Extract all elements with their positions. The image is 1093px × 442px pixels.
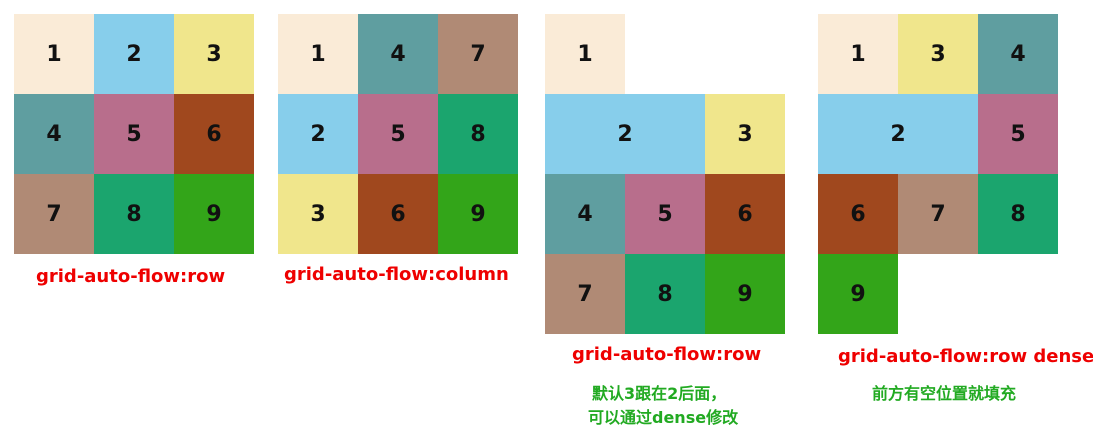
- grid-item-1: 1: [14, 14, 94, 94]
- note-dense: 前方有空位置就填充: [872, 384, 1017, 403]
- grid-item-3: 3: [174, 14, 254, 94]
- grid-item-2: 2: [818, 94, 978, 174]
- grid-item-4: 4: [978, 14, 1058, 94]
- grid-item-8: 8: [94, 174, 174, 254]
- grid-item-8: 8: [438, 94, 518, 174]
- grid-item-8: 8: [978, 174, 1058, 254]
- grid-item-7: 7: [438, 14, 518, 94]
- grid-item-7: 7: [14, 174, 94, 254]
- grid-item-3: 3: [278, 174, 358, 254]
- grid-item-6: 6: [358, 174, 438, 254]
- caption-grid-auto-flow-row: grid-auto-flow:row: [36, 266, 226, 287]
- grid-item-1: 1: [278, 14, 358, 94]
- grid-item-5: 5: [625, 174, 705, 254]
- grid-item-8: 8: [625, 254, 705, 334]
- caption-grid-auto-flow-column: grid-auto-flow:column: [284, 264, 509, 285]
- grid-item-6: 6: [818, 174, 898, 254]
- grid-item-4: 4: [545, 174, 625, 254]
- grid-item-9: 9: [705, 254, 785, 334]
- grid-row-diagram: 123456789: [14, 14, 254, 254]
- grid-item-4: 4: [358, 14, 438, 94]
- grid-item-6: 6: [174, 94, 254, 174]
- caption-grid-auto-flow-row-span: grid-auto-flow:row: [572, 344, 762, 365]
- grid-item-3: 3: [898, 14, 978, 94]
- grid-item-3: 3: [705, 94, 785, 174]
- grid-item-7: 7: [545, 254, 625, 334]
- grid-item-5: 5: [978, 94, 1058, 174]
- grid-item-4: 4: [14, 94, 94, 174]
- grid-item-1: 1: [545, 14, 625, 94]
- grid-item-7: 7: [898, 174, 978, 254]
- grid-item-2: 2: [94, 14, 174, 94]
- grid-column-diagram: 147258369: [278, 14, 518, 254]
- grid-row-dense-diagram: 134256789: [818, 14, 1058, 334]
- grid-item-9: 9: [174, 174, 254, 254]
- grid-item-5: 5: [94, 94, 174, 174]
- grid-item-1: 1: [818, 14, 898, 94]
- grid-item-9: 9: [818, 254, 898, 334]
- grid-item-6: 6: [705, 174, 785, 254]
- grid-item-5: 5: [358, 94, 438, 174]
- grid-row-span-diagram: 123456789: [545, 14, 785, 334]
- note-row-line-1: 默认3跟在2后面，: [592, 384, 727, 403]
- grid-item-9: 9: [438, 174, 518, 254]
- caption-grid-auto-flow-row-dense: grid-auto-flow:row dense: [838, 346, 1093, 367]
- grid-item-2: 2: [545, 94, 705, 174]
- grid-item-2: 2: [278, 94, 358, 174]
- note-row-line-2: 可以通过dense修改: [588, 408, 739, 427]
